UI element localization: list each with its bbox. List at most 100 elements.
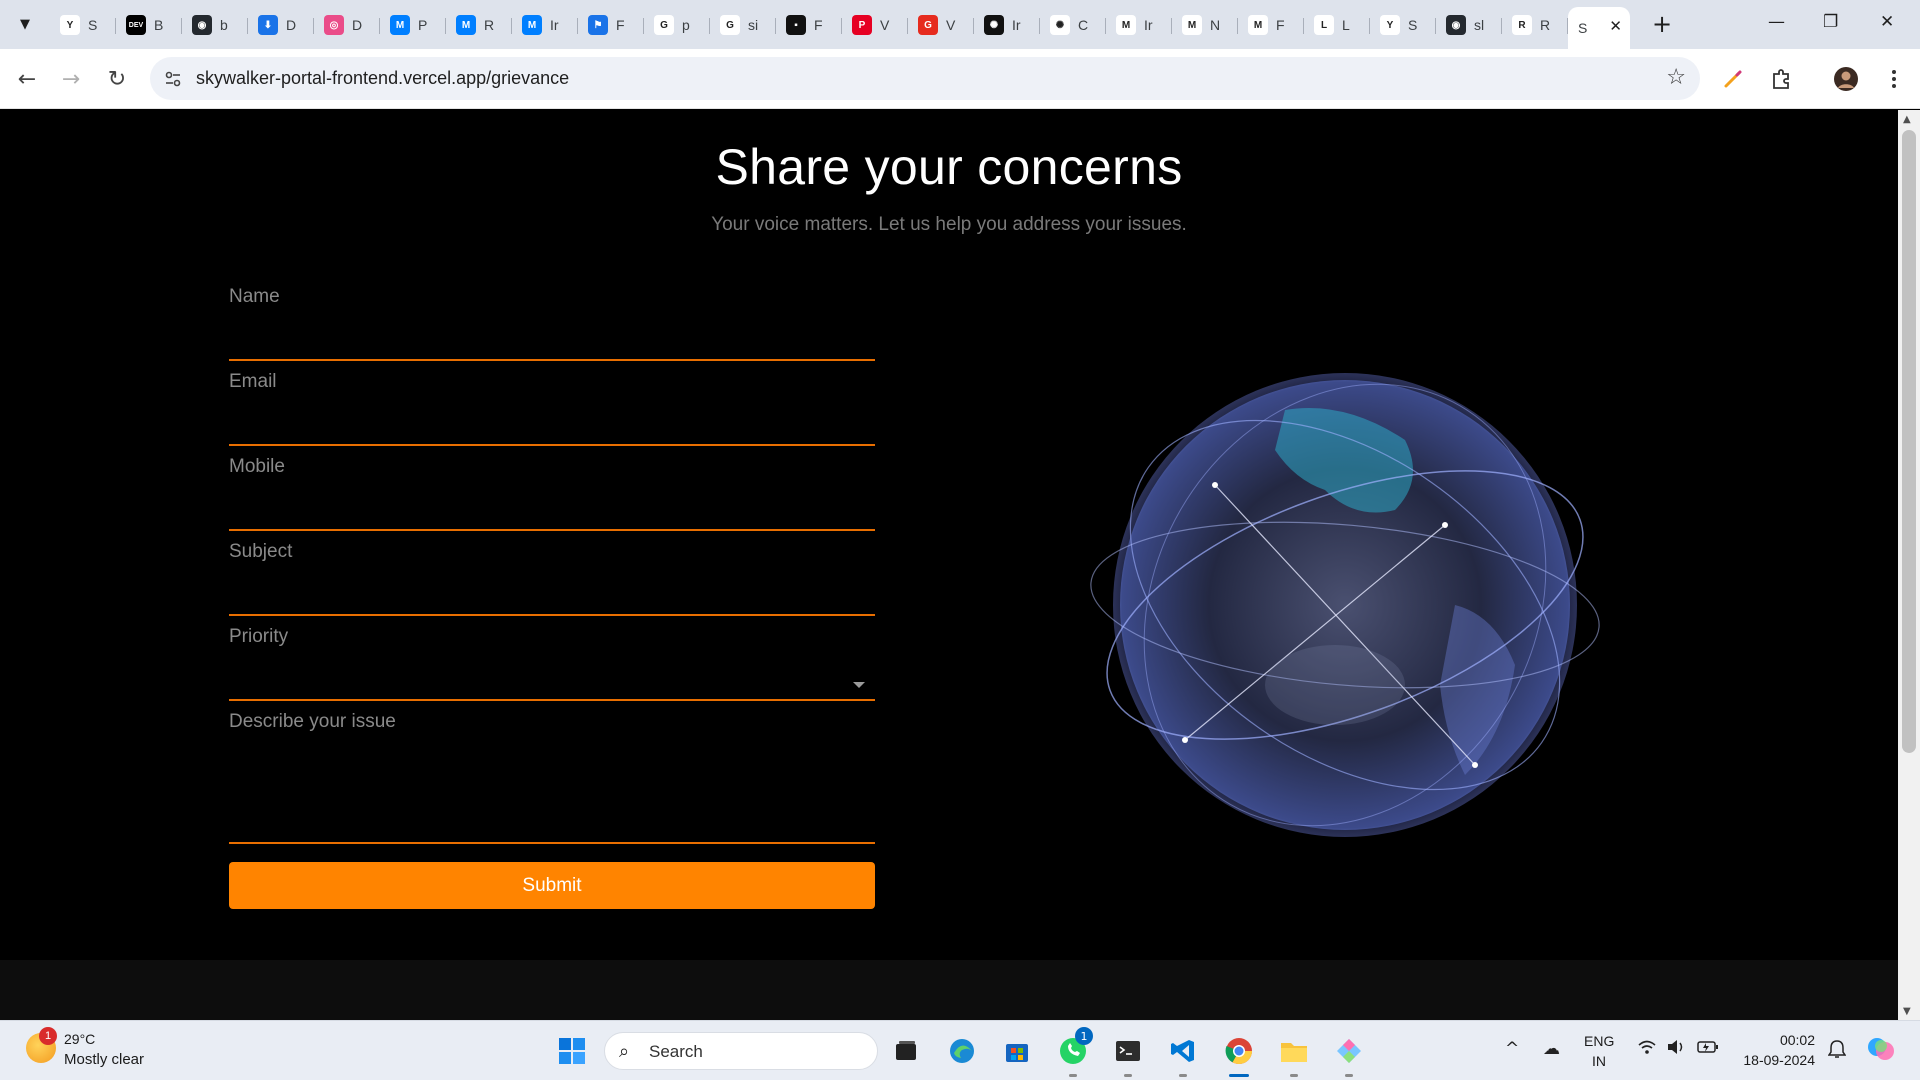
taskbar-file-explorer[interactable] xyxy=(1276,1033,1312,1077)
description-textarea[interactable] xyxy=(229,748,875,838)
edge-icon xyxy=(950,1039,974,1063)
dribbble-icon: ◎ xyxy=(324,15,344,35)
back-button[interactable]: ← xyxy=(12,64,42,94)
new-tab-button[interactable]: + xyxy=(1652,10,1672,38)
browser-tab[interactable]: Gp xyxy=(644,7,710,43)
taskbar-chrome[interactable] xyxy=(1221,1033,1257,1077)
url-text[interactable]: skywalker-portal-frontend.vercel.app/gri… xyxy=(196,68,569,89)
github-icon: ◉ xyxy=(1446,15,1466,35)
name-input[interactable] xyxy=(229,325,875,355)
pinterest-icon: P xyxy=(852,15,872,35)
language-indicator-line2[interactable]: IN xyxy=(1592,1053,1606,1069)
reload-button[interactable]: ↻ xyxy=(102,64,132,94)
notification-bell-icon[interactable] xyxy=(1827,1039,1847,1064)
tab-title: si xyxy=(748,17,759,33)
tab-title: P xyxy=(418,17,428,33)
minimize-button[interactable]: — xyxy=(1768,12,1785,32)
clock-date[interactable]: 18-09-2024 xyxy=(1737,1052,1815,1068)
page-viewport: Share your concerns Your voice matters. … xyxy=(0,110,1898,1020)
browser-tab[interactable]: MR xyxy=(446,7,512,43)
weather-temperature[interactable]: 29°C xyxy=(64,1031,95,1047)
priority-select[interactable] xyxy=(229,665,875,695)
email-field: Email xyxy=(229,361,875,446)
show-hidden-icons-chevron-up-icon[interactable]: ^ xyxy=(1505,1039,1519,1059)
description-label: Describe your issue xyxy=(229,711,396,732)
tab-close-icon[interactable]: ✕ xyxy=(1609,17,1622,35)
browser-tab[interactable]: M Ir xyxy=(512,7,578,43)
browser-tab[interactable]: YS xyxy=(1370,7,1436,43)
pen-extension-icon[interactable] xyxy=(1717,63,1749,95)
dropdown-caret-icon[interactable] xyxy=(853,682,865,688)
browser-tab[interactable]: MP xyxy=(380,7,446,43)
profile-avatar[interactable] xyxy=(1830,63,1862,95)
browser-tab[interactable]: ◉ sl xyxy=(1436,7,1502,43)
copilot-icon[interactable] xyxy=(1866,1035,1896,1068)
browser-tab[interactable]: ✺ C xyxy=(1040,7,1106,43)
page-scrollbar[interactable]: ▲ ▼ xyxy=(1898,110,1920,1020)
whatsapp-badge: 1 xyxy=(1075,1027,1093,1045)
browser-tab[interactable]: DEV B xyxy=(116,7,182,43)
scroll-up-arrow-icon[interactable]: ▲ xyxy=(1903,114,1911,125)
browser-tab[interactable]: LL xyxy=(1304,7,1370,43)
taskbar-terminal[interactable] xyxy=(1110,1033,1146,1077)
volume-icon[interactable] xyxy=(1666,1039,1686,1060)
active-browser-tab[interactable]: S ✕ xyxy=(1568,7,1630,49)
submit-button[interactable]: Submit xyxy=(229,862,875,909)
battery-icon[interactable] xyxy=(1697,1039,1719,1059)
tab-title: F xyxy=(1276,17,1285,33)
mobile-input[interactable] xyxy=(229,495,875,525)
task-view-button[interactable] xyxy=(888,1033,924,1069)
address-bar[interactable]: skywalker-portal-frontend.vercel.app/gri… xyxy=(150,57,1700,100)
site-settings-icon[interactable] xyxy=(162,68,184,90)
forward-button[interactable]: → xyxy=(56,64,86,94)
start-button[interactable] xyxy=(554,1033,590,1069)
browser-tab[interactable]: MN xyxy=(1172,7,1238,43)
email-input[interactable] xyxy=(229,410,875,440)
clock-time[interactable]: 00:02 xyxy=(1743,1032,1815,1048)
taskbar-store[interactable] xyxy=(999,1033,1035,1069)
restore-button[interactable]: ❐ xyxy=(1823,12,1838,32)
scrollbar-thumb[interactable] xyxy=(1902,130,1916,753)
tab-search-button[interactable]: ▼ xyxy=(10,9,40,39)
wifi-icon[interactable] xyxy=(1637,1039,1657,1060)
extensions-puzzle-icon[interactable] xyxy=(1765,63,1797,95)
tab-title: F xyxy=(814,17,823,33)
tab-list: Y S DEV B ◉ b ⬇ D ◎ D M P M R M Ir ⚑ F Gp Gsi ▪ F P V G V ✺ Ir ✺ C M Ir… xyxy=(50,7,1630,49)
taskbar-edge[interactable] xyxy=(944,1033,980,1069)
browser-tab[interactable]: ✺ Ir xyxy=(974,7,1040,43)
taskbar-app-diamond[interactable] xyxy=(1331,1033,1367,1077)
google-icon: G xyxy=(654,15,674,35)
browser-tab[interactable]: Gsi xyxy=(710,7,776,43)
tab-title: D xyxy=(352,17,363,33)
scroll-down-arrow-icon[interactable]: ▼ xyxy=(1903,1006,1911,1017)
mui-icon: M xyxy=(390,15,410,35)
g2-icon: G xyxy=(918,15,938,35)
onedrive-cloud-icon[interactable]: ☁ xyxy=(1543,1039,1560,1059)
taskbar-search-box[interactable]: ⌕ Search xyxy=(604,1032,878,1070)
browser-tab[interactable]: ⬇ D xyxy=(248,7,314,43)
tab-title: R xyxy=(484,17,495,33)
flag-icon: ⚑ xyxy=(588,15,608,35)
running-indicator xyxy=(1290,1074,1298,1077)
language-indicator-line1[interactable]: ENG xyxy=(1584,1033,1614,1049)
taskbar-vscode[interactable] xyxy=(1165,1033,1201,1077)
browser-tab[interactable]: ◉ b xyxy=(182,7,248,43)
globe-icon xyxy=(1090,373,1600,837)
browser-tab[interactable]: M Ir xyxy=(1106,7,1172,43)
browser-tab[interactable]: ◎ D xyxy=(314,7,380,43)
browser-tab[interactable]: ⚑ F xyxy=(578,7,644,43)
more-menu-icon[interactable] xyxy=(1878,63,1910,95)
windows-logo-icon xyxy=(559,1038,585,1064)
browser-tab[interactable]: YS xyxy=(50,7,116,43)
browser-tab[interactable]: MF xyxy=(1238,7,1304,43)
browser-tab[interactable]: GV xyxy=(908,7,974,43)
browser-tab[interactable]: PV xyxy=(842,7,908,43)
bookmark-star-icon[interactable]: ☆ xyxy=(1666,65,1686,90)
browser-tab[interactable]: RR xyxy=(1502,7,1568,43)
subject-input[interactable] xyxy=(229,580,875,610)
window-close-button[interactable]: ✕ xyxy=(1880,12,1894,32)
tab-title: Ir xyxy=(550,17,559,33)
taskbar-whatsapp[interactable]: 1 xyxy=(1055,1027,1093,1077)
weather-description[interactable]: Mostly clear xyxy=(64,1051,144,1068)
browser-tab[interactable]: ▪ F xyxy=(776,7,842,43)
